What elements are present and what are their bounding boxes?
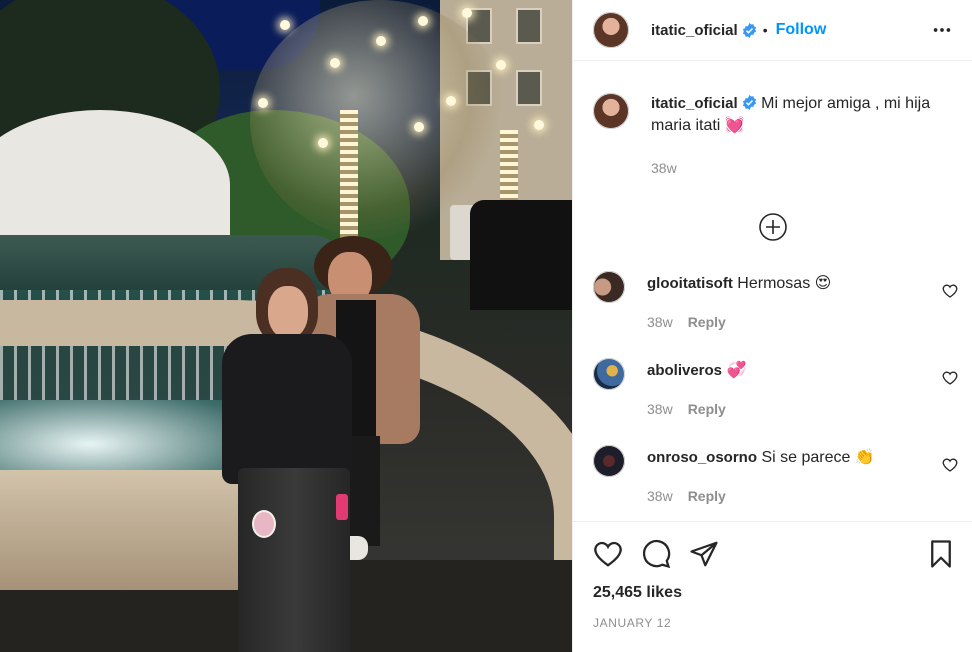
action-icons xyxy=(593,534,956,574)
commenter-avatar[interactable] xyxy=(593,445,625,477)
caption-username[interactable]: itatic_oficial xyxy=(651,95,738,112)
verified-badge-icon xyxy=(742,95,757,110)
likes-count[interactable]: 25,465 likes xyxy=(593,584,956,602)
comment-text: Hermosas 😍 xyxy=(737,275,832,292)
commenter-username[interactable]: onroso_osorno xyxy=(647,449,757,466)
commenter-avatar[interactable] xyxy=(593,358,625,390)
commenter-username[interactable]: aboliveros xyxy=(647,362,722,379)
caption-age[interactable]: 38w xyxy=(651,157,956,179)
load-more-comments xyxy=(573,179,972,263)
follow-button[interactable]: Follow xyxy=(776,21,827,39)
commenter-avatar[interactable] xyxy=(593,271,625,303)
comment-icon[interactable] xyxy=(641,539,671,569)
load-more-comments-icon[interactable] xyxy=(758,212,788,242)
post-actions: 25,465 likes January 12 xyxy=(573,521,972,652)
comment-age[interactable]: 38w xyxy=(647,488,673,504)
comment-age[interactable]: 38w xyxy=(647,314,673,330)
instagram-post: itatic_oficial • Follow itatic_oficial M… xyxy=(0,0,972,652)
comment-text: 💞 xyxy=(726,362,747,379)
author-username[interactable]: itatic_oficial xyxy=(651,22,738,39)
post-photo[interactable] xyxy=(0,0,572,652)
post-date[interactable]: January 12 xyxy=(593,616,956,630)
header-separator: • xyxy=(762,22,768,38)
more-options-icon[interactable] xyxy=(928,18,956,42)
post-header: itatic_oficial • Follow xyxy=(573,0,972,61)
comments-section: itatic_oficial Mi mejor amiga , mi hija … xyxy=(573,61,972,521)
heart-icon[interactable] xyxy=(942,283,958,299)
reply-button[interactable]: Reply xyxy=(688,401,726,417)
comment-age[interactable]: 38w xyxy=(647,401,673,417)
post-sidebar: itatic_oficial • Follow itatic_oficial M… xyxy=(572,0,972,652)
comment-text: Si se parece 👏 xyxy=(761,449,875,466)
heart-icon[interactable] xyxy=(942,457,958,473)
comment-item: glooitatisoft Hermosas 😍 38w Reply xyxy=(573,263,972,350)
heart-icon[interactable] xyxy=(942,370,958,386)
comment-item: onroso_osorno Si se parece 👏 38w Reply xyxy=(573,437,972,521)
photo-phone xyxy=(336,494,348,520)
heart-icon[interactable] xyxy=(593,539,623,569)
author-avatar[interactable] xyxy=(593,12,629,48)
reply-button[interactable]: Reply xyxy=(688,488,726,504)
bookmark-icon[interactable] xyxy=(926,539,956,569)
photo-bag xyxy=(252,510,276,538)
share-icon[interactable] xyxy=(689,539,719,569)
reply-button[interactable]: Reply xyxy=(688,314,726,330)
commenter-username[interactable]: glooitatisoft xyxy=(647,275,733,292)
caption-avatar[interactable] xyxy=(593,93,629,129)
photo-girl xyxy=(222,268,362,652)
comment-item: aboliveros 💞 38w Reply xyxy=(573,350,972,437)
photo-car xyxy=(470,200,572,310)
post-caption: itatic_oficial Mi mejor amiga , mi hija … xyxy=(573,61,972,179)
verified-badge-icon xyxy=(742,22,757,38)
